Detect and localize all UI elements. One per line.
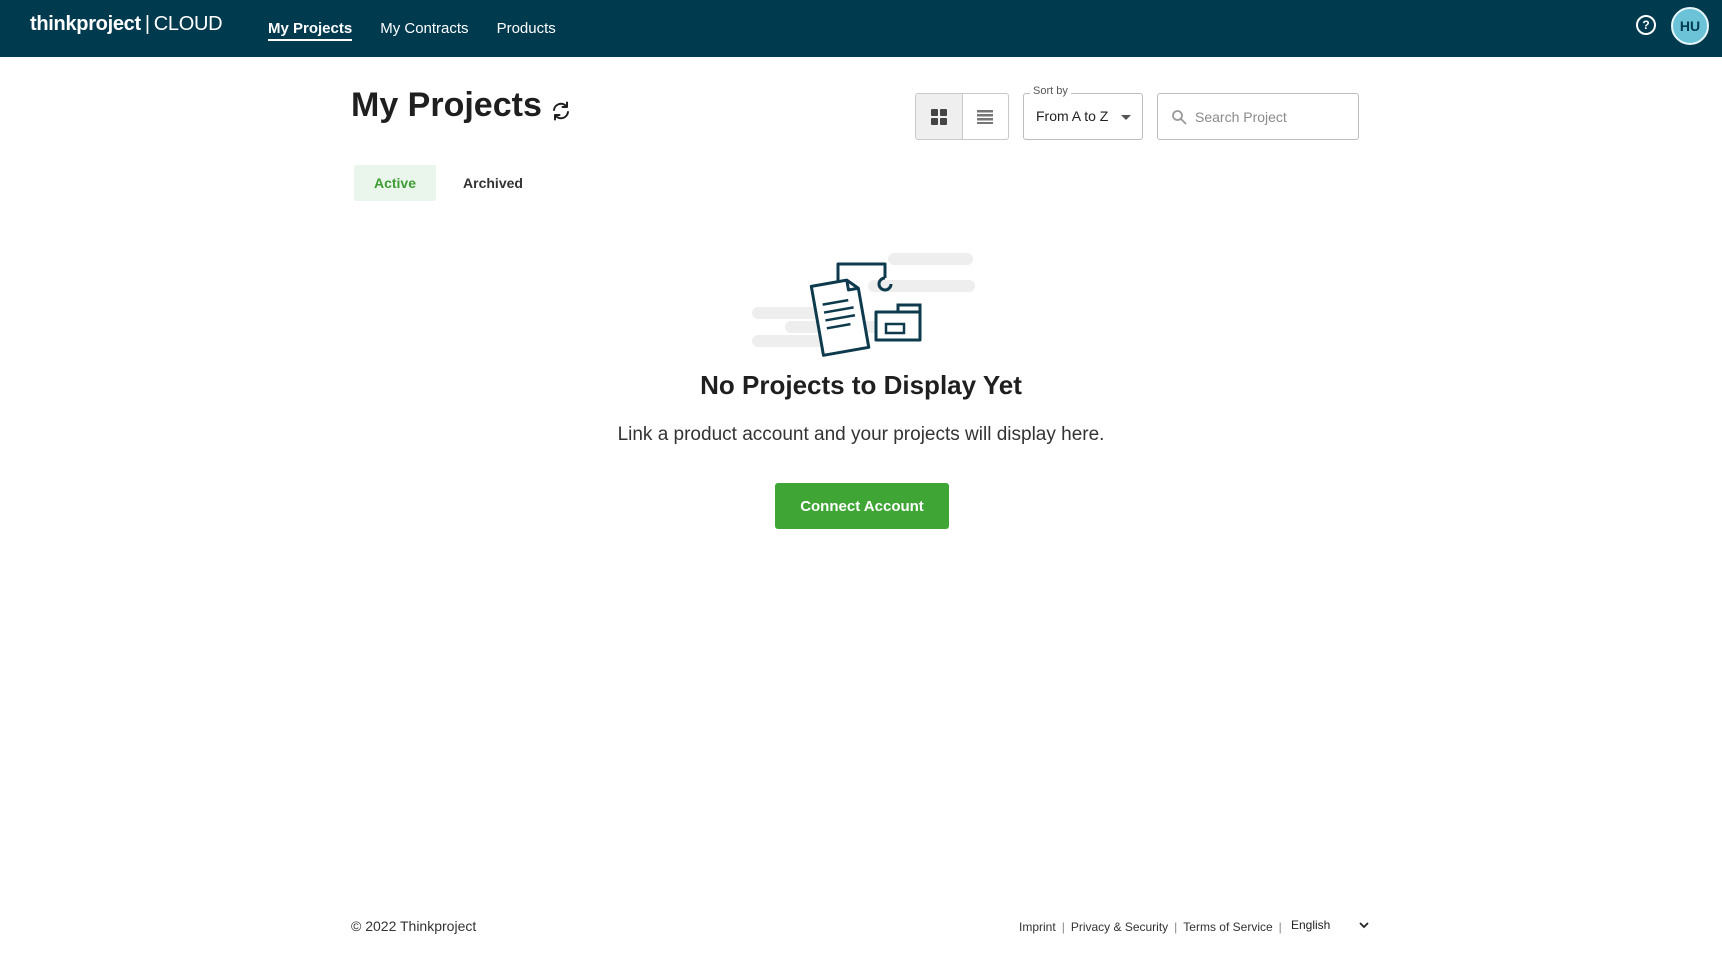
page-title: My Projects (351, 86, 542, 124)
search-icon (1172, 109, 1187, 124)
language-value: English (1291, 918, 1331, 932)
refresh-icon[interactable] (550, 100, 572, 122)
help-icon[interactable]: ? (1636, 15, 1656, 35)
search-field (1157, 93, 1359, 140)
tab-active[interactable]: Active (354, 165, 436, 201)
caret-down-icon (1121, 115, 1131, 120)
search-input[interactable] (1195, 108, 1355, 125)
sort-label: Sort by (1030, 85, 1071, 97)
footer-link-privacy[interactable]: Privacy & Security (1071, 920, 1168, 934)
footer-separator: | (1174, 920, 1178, 934)
language-select[interactable]: English (1291, 918, 1371, 936)
nav-my-contracts[interactable]: My Contracts (380, 0, 468, 57)
footer-link-imprint[interactable]: Imprint (1019, 920, 1056, 934)
documents-folder-illustration (750, 250, 975, 360)
brand-logo[interactable]: thinkproject | CLOUD (30, 13, 223, 36)
footer-separator: | (1278, 920, 1282, 934)
view-toggle (915, 93, 1009, 140)
chevron-down-icon (1359, 922, 1369, 929)
nav-my-projects[interactable]: My Projects (268, 0, 353, 57)
brand-separator: | (144, 13, 150, 35)
list-view-icon[interactable] (963, 94, 1009, 139)
footer-copyright: © 2022 Thinkproject (351, 918, 477, 934)
brand-name: thinkproject (30, 13, 141, 35)
nav-products[interactable]: Products (497, 0, 556, 57)
empty-state-title: No Projects to Display Yet (700, 370, 1022, 400)
footer-links: Imprint | Privacy & Security | Terms of … (1019, 920, 1288, 934)
sort-select[interactable]: Sort by From A to Z (1023, 85, 1143, 140)
brand-suffix: CLOUD (153, 13, 223, 35)
tab-archived[interactable]: Archived (452, 165, 534, 201)
connect-account-button[interactable]: Connect Account (775, 483, 949, 529)
sort-value: From A to Z (1036, 108, 1109, 124)
footer-link-terms[interactable]: Terms of Service (1183, 920, 1272, 934)
main-nav: My Projects My Contracts Products (268, 0, 584, 57)
avatar[interactable]: HU (1671, 7, 1709, 45)
top-navbar: thinkproject | CLOUD My Projects My Contra… (0, 0, 1722, 57)
empty-state-text: Link a product account and your projects… (617, 424, 1105, 445)
grid-view-icon[interactable] (916, 94, 963, 139)
footer-separator: | (1061, 920, 1065, 934)
